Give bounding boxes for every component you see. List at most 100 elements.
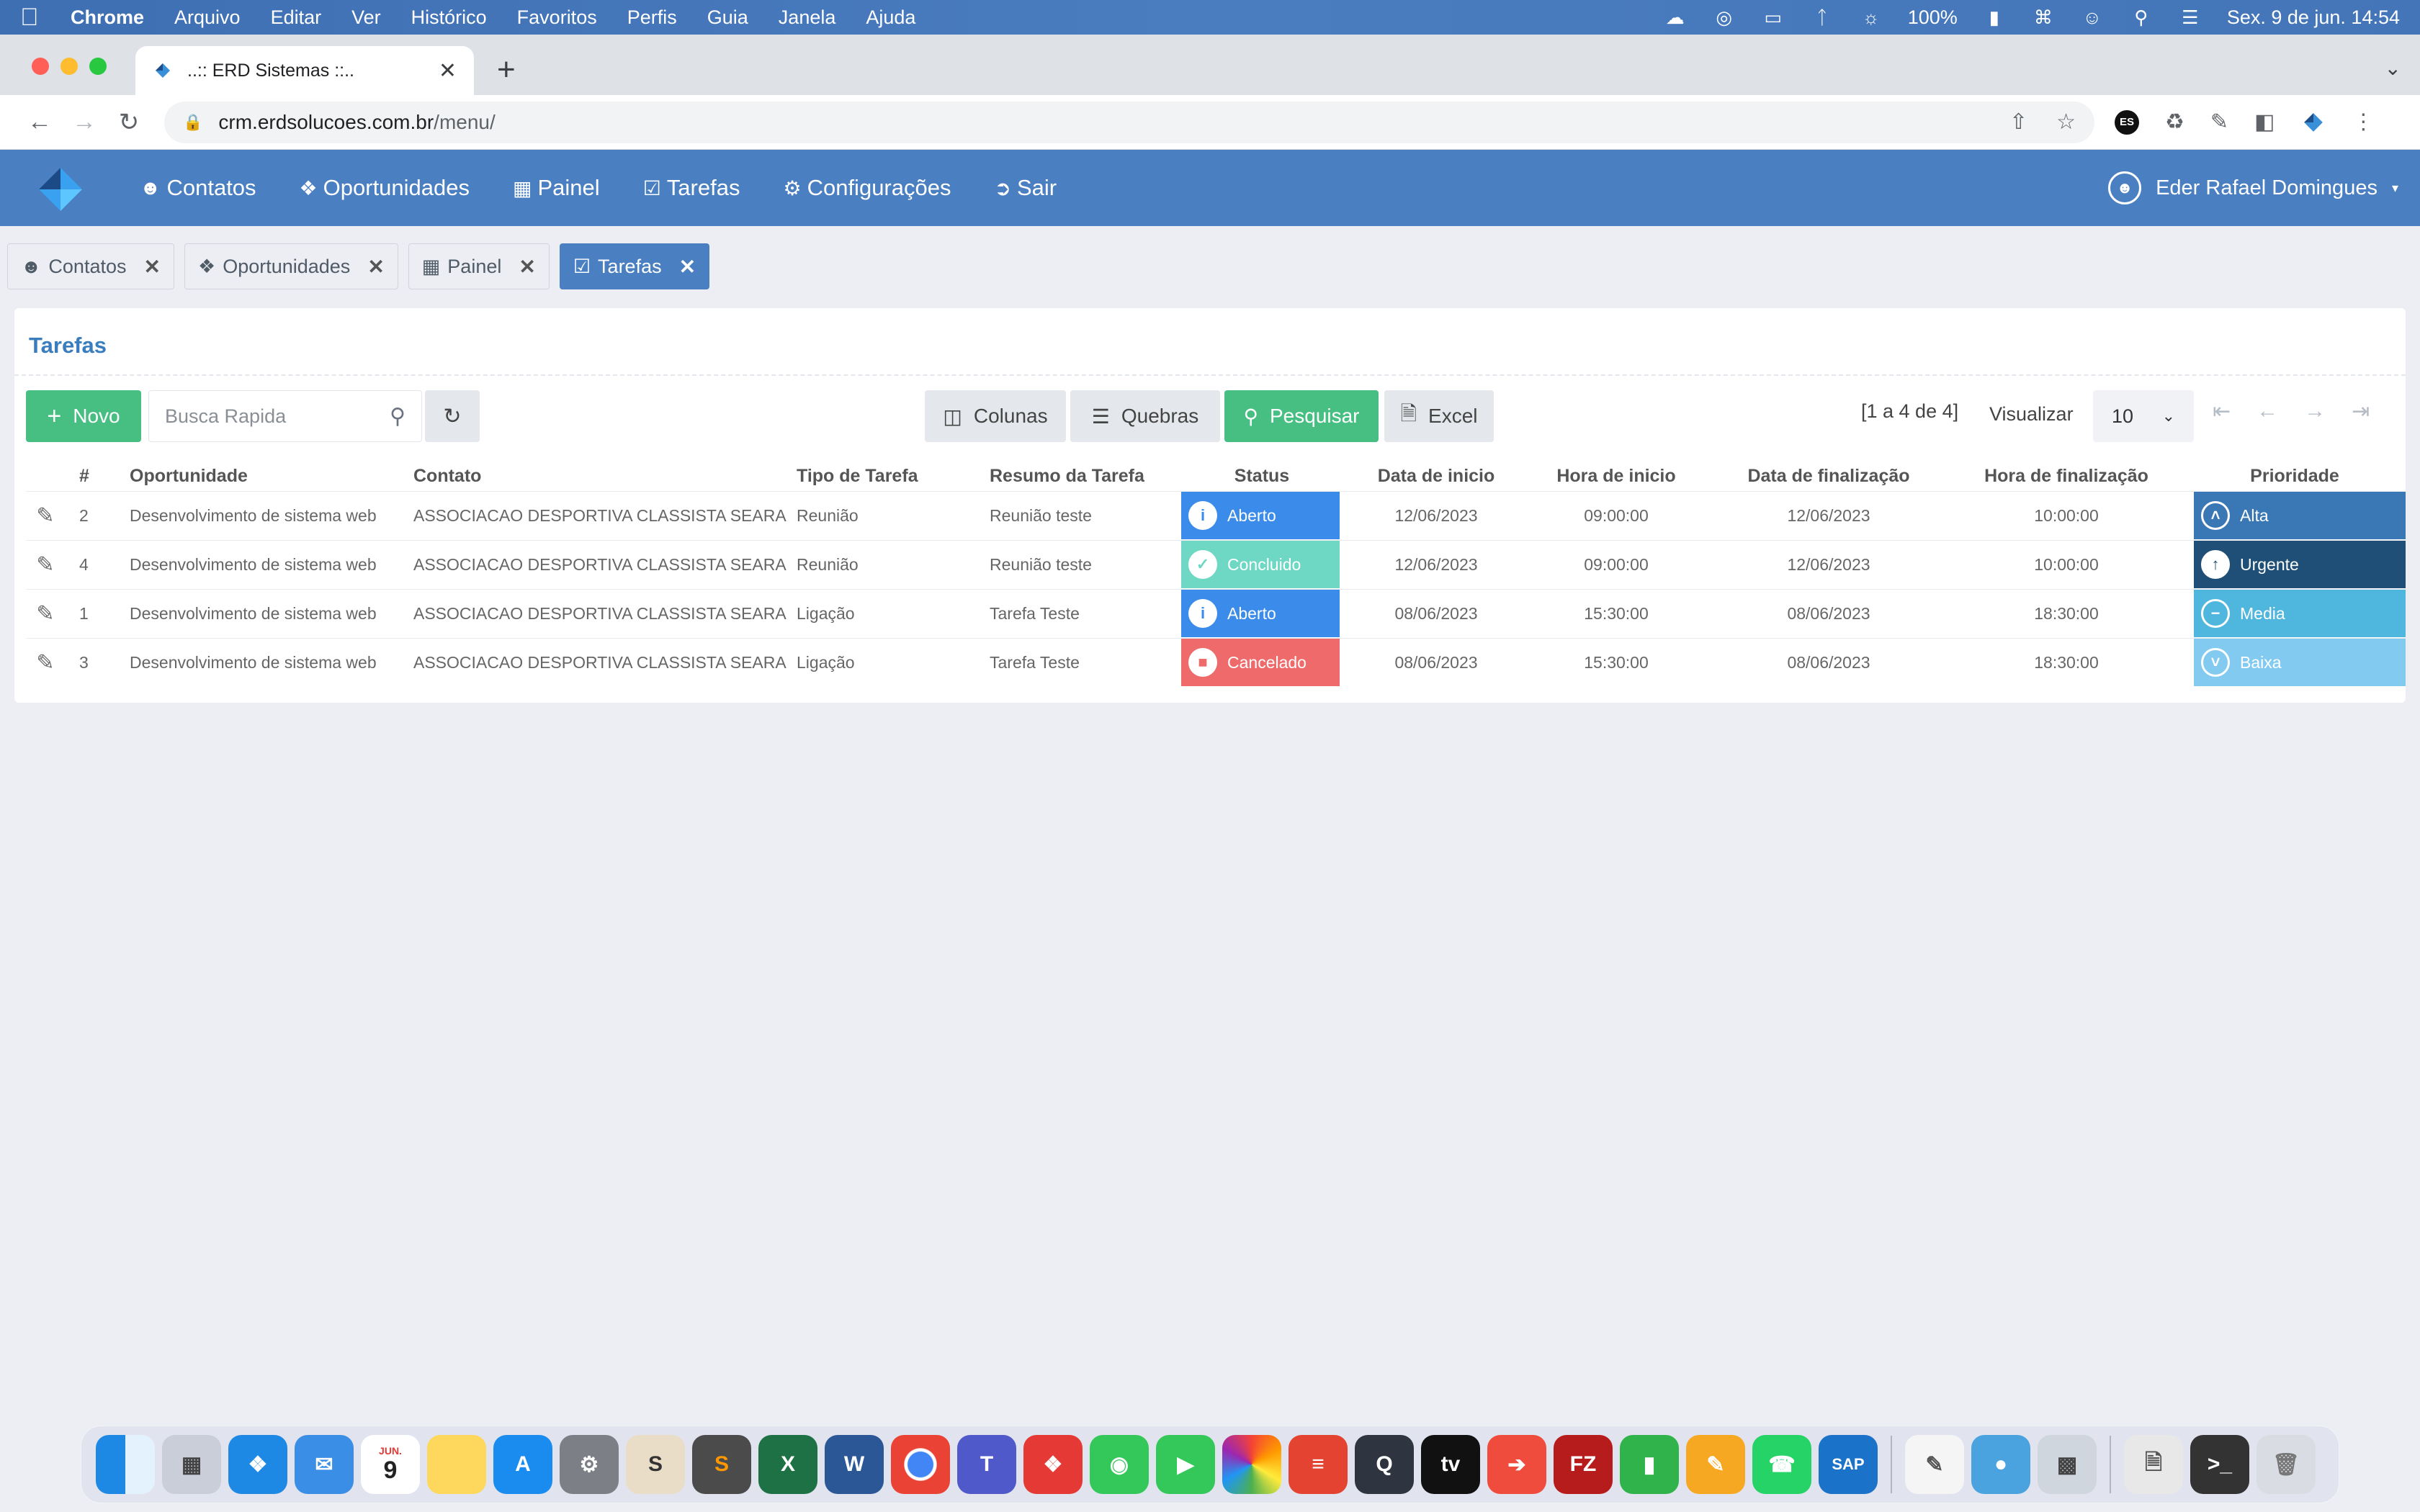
app-tab-tarefas[interactable]: ☑ Tarefas ✕ — [559, 243, 710, 289]
sap-icon[interactable]: SAP — [1819, 1435, 1878, 1494]
col-data-inicio[interactable]: Data de inicio — [1348, 462, 1524, 491]
close-window-button[interactable] — [32, 58, 49, 75]
apple-menu-icon[interactable]:  — [20, 4, 42, 32]
battery-icon[interactable]: ▮ — [1982, 6, 2007, 28]
app-tab-painel[interactable]: ▦ Painel ✕ — [408, 243, 550, 289]
menu-favoritos[interactable]: Favoritos — [517, 6, 597, 29]
tab-search-chevron-icon[interactable]: ⌄ — [2385, 56, 2401, 80]
todoist-icon[interactable]: ≡ — [1289, 1435, 1348, 1494]
forward-arrow-icon[interactable]: → — [62, 108, 107, 136]
last-page-icon[interactable]: ⇥ — [2352, 399, 2370, 424]
user-menu[interactable]: ☻ Eder Rafael Domingues ▾ — [2108, 171, 2398, 204]
facetime-icon[interactable]: ▶ — [1156, 1435, 1215, 1494]
share-icon[interactable]: ⇧ — [2009, 109, 2027, 135]
edit-icon[interactable]: ✎ — [26, 637, 65, 687]
app-store-icon[interactable]: A — [493, 1435, 552, 1494]
chrome-menu-icon[interactable]: ⋮ — [2352, 109, 2374, 135]
edit-icon[interactable]: ✎ — [26, 490, 65, 540]
nav-sair[interactable]: ➲ Sair — [994, 175, 1057, 201]
col-resumo[interactable]: Resumo da Tarefa — [990, 462, 1175, 491]
refresh-button[interactable]: ↻ — [425, 390, 480, 442]
launchpad-icon[interactable]: ▦ — [162, 1435, 221, 1494]
back-arrow-icon[interactable]: ← — [17, 108, 62, 136]
icloud-icon[interactable]: ☁ — [1663, 6, 1688, 28]
system-settings-icon[interactable]: ⚙ — [560, 1435, 619, 1494]
reload-icon[interactable]: ↻ — [107, 108, 151, 137]
menubar-clock[interactable]: Sex. 9 de jun. 14:54 — [2227, 6, 2400, 29]
next-page-icon[interactable]: → — [2304, 399, 2326, 424]
table-row[interactable]: ✎ 4 Desenvolvimento de sistema web ASSOC… — [26, 539, 2406, 589]
app-tab-contatos[interactable]: ☻ Contatos ✕ — [7, 243, 174, 289]
sequel-icon[interactable]: S — [626, 1435, 685, 1494]
first-page-icon[interactable]: ⇤ — [2213, 399, 2231, 424]
extension-recycle-icon[interactable]: ♻ — [2165, 109, 2184, 135]
spotlight-icon[interactable]: ⚲ — [2129, 6, 2154, 28]
table-row[interactable]: ✎ 1 Desenvolvimento de sistema web ASSOC… — [26, 588, 2406, 638]
fullscreen-window-button[interactable] — [89, 58, 107, 75]
edit-icon[interactable]: ✎ — [26, 588, 65, 638]
erd-logo[interactable] — [32, 159, 89, 217]
archive-icon[interactable]: 🗎 — [2124, 1435, 2183, 1494]
control-center-icon[interactable]: ☰ — [2178, 6, 2202, 28]
close-icon[interactable]: ✕ — [519, 255, 535, 279]
browser-tab-active[interactable]: ..:: ERD Sistemas ::.. ✕ — [135, 46, 474, 95]
finder-icon[interactable] — [96, 1435, 155, 1494]
table-row[interactable]: ✎ 3 Desenvolvimento de sistema web ASSOC… — [26, 637, 2406, 687]
notes-icon[interactable] — [427, 1435, 486, 1494]
colunas-button[interactable]: ◫ Colunas — [925, 390, 1066, 442]
filezilla-icon[interactable]: FZ — [1554, 1435, 1613, 1494]
extension-es-icon[interactable]: ES — [2115, 109, 2139, 135]
textedit-icon[interactable]: ✎ — [1905, 1435, 1964, 1494]
search-icon[interactable]: ⚲ — [390, 404, 405, 429]
profile-erd-icon[interactable] — [2300, 109, 2326, 135]
safari-icon[interactable]: ❖ — [228, 1435, 287, 1494]
menu-app-name[interactable]: Chrome — [71, 6, 144, 29]
edit-icon[interactable]: ✎ — [26, 539, 65, 589]
apple-tv-icon[interactable]: tv — [1421, 1435, 1480, 1494]
menu-ver[interactable]: Ver — [351, 6, 381, 29]
pages-icon[interactable]: ✎ — [1686, 1435, 1745, 1494]
address-bar[interactable]: 🔒 crm.erdsolucoes.com.br/menu/ ⇧ ☆ — [164, 101, 2094, 143]
quebras-button[interactable]: ☰ Quebras — [1070, 390, 1220, 442]
numbers-icon[interactable]: ▮ — [1620, 1435, 1679, 1494]
col-oportunidade[interactable]: Oportunidade — [130, 462, 413, 491]
bluetooth-icon[interactable]: ᛏ — [1810, 6, 1834, 28]
col-hora-fim[interactable]: Hora de finalização — [1949, 462, 2184, 491]
excel-icon[interactable]: X — [758, 1435, 817, 1494]
col-num[interactable]: # — [65, 462, 130, 491]
photos-icon[interactable] — [1222, 1435, 1281, 1494]
menu-janela[interactable]: Janela — [779, 6, 836, 29]
user-account-icon[interactable]: ☺ — [2080, 6, 2105, 28]
col-prioridade[interactable]: Prioridade — [2184, 462, 2406, 491]
sublime-icon[interactable]: S — [692, 1435, 751, 1494]
excel-button[interactable]: 🗎 Excel — [1384, 390, 1494, 442]
bookmark-star-icon[interactable]: ☆ — [2056, 109, 2076, 135]
new-tab-icon[interactable]: + — [497, 52, 516, 88]
extensions-puzzle-icon[interactable]: ✎ — [2210, 109, 2228, 135]
lock-icon[interactable]: 🔒 — [183, 113, 202, 132]
terminal-icon[interactable]: >_ — [2190, 1435, 2249, 1494]
col-tipo[interactable]: Tipo de Tarefa — [797, 462, 990, 491]
prev-page-icon[interactable]: ← — [2257, 399, 2278, 424]
menu-guia[interactable]: Guia — [707, 6, 748, 29]
menu-historico[interactable]: Histórico — [411, 6, 487, 29]
novo-button[interactable]: + Novo — [26, 390, 141, 442]
menu-perfis[interactable]: Perfis — [627, 6, 677, 29]
migration-icon[interactable]: ▩ — [2038, 1435, 2097, 1494]
nav-contatos[interactable]: ☻ Contatos — [140, 175, 256, 201]
close-icon[interactable]: ✕ — [367, 255, 384, 279]
col-hora-inicio[interactable]: Hora de inicio — [1524, 462, 1708, 491]
brightness-icon[interactable]: ☼ — [1859, 6, 1883, 28]
screen-mirroring-icon[interactable]: ▭ — [1761, 6, 1785, 28]
quick-search-input[interactable]: Busca Rapida ⚲ — [148, 390, 422, 442]
nav-configuracoes[interactable]: ⚙ Configurações — [783, 175, 951, 201]
airdrop-icon[interactable]: ◎ — [1712, 6, 1736, 28]
pesquisar-button[interactable]: ⚲ Pesquisar — [1224, 390, 1379, 442]
col-data-fim[interactable]: Data de finalização — [1708, 462, 1949, 491]
table-row[interactable]: ✎ 2 Desenvolvimento de sistema web ASSOC… — [26, 490, 2406, 540]
chrome-icon[interactable] — [891, 1435, 950, 1494]
minimize-window-button[interactable] — [60, 58, 78, 75]
side-panel-icon[interactable]: ◧ — [2254, 109, 2275, 135]
nav-oportunidades[interactable]: ❖ Oportunidades — [300, 175, 470, 201]
teams-icon[interactable]: T — [957, 1435, 1016, 1494]
